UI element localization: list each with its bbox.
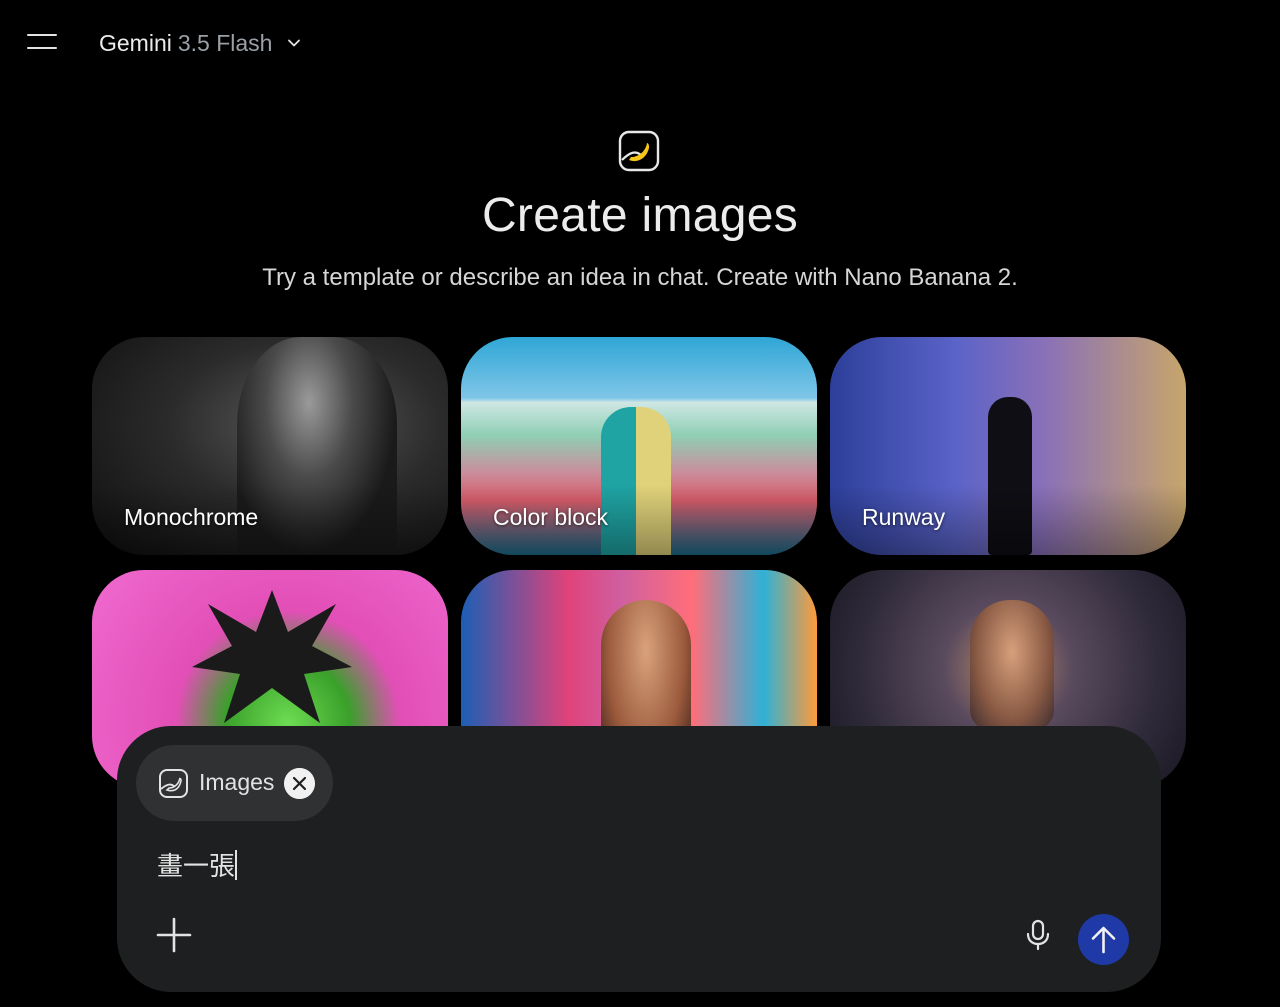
hamburger-menu-icon[interactable] [22,26,62,58]
microphone-icon[interactable] [1021,918,1055,952]
prompt-text: 畫一張 [157,852,236,882]
chip-label: Images [199,769,275,795]
template-card-monochrome[interactable]: Monochrome [92,337,448,555]
template-card-color-block[interactable]: Color block [461,337,817,555]
image-tool-icon [159,769,188,798]
page-title: Create images [481,189,799,242]
page-subtitle: Try a template or describe an idea in ch… [262,264,1018,291]
images-tool-chip[interactable]: Images [136,745,333,821]
arrow-up-icon [1091,926,1116,954]
template-label: Runway [862,504,946,530]
text-caret [235,850,237,880]
model-switcher[interactable]: Gemini 3.5 Flash [99,28,302,58]
template-label: Color block [493,504,609,530]
template-label: Monochrome [124,504,259,530]
character-figure [970,600,1054,730]
model-variant: 3.5 Flash [177,29,273,56]
template-card-runway[interactable]: Runway [830,337,1186,555]
model-name: Gemini [99,29,172,56]
chevron-down-icon [288,39,301,47]
plus-icon[interactable] [153,914,195,956]
send-button[interactable] [1078,914,1129,965]
chat-composer: Images 畫一張 [117,726,1161,992]
banana-image-icon [618,130,660,172]
top-bar: Gemini 3.5 Flash [0,0,1280,84]
prompt-input[interactable]: 畫一張 [157,846,1017,888]
close-icon[interactable] [284,768,315,799]
comic-burst [192,590,352,723]
